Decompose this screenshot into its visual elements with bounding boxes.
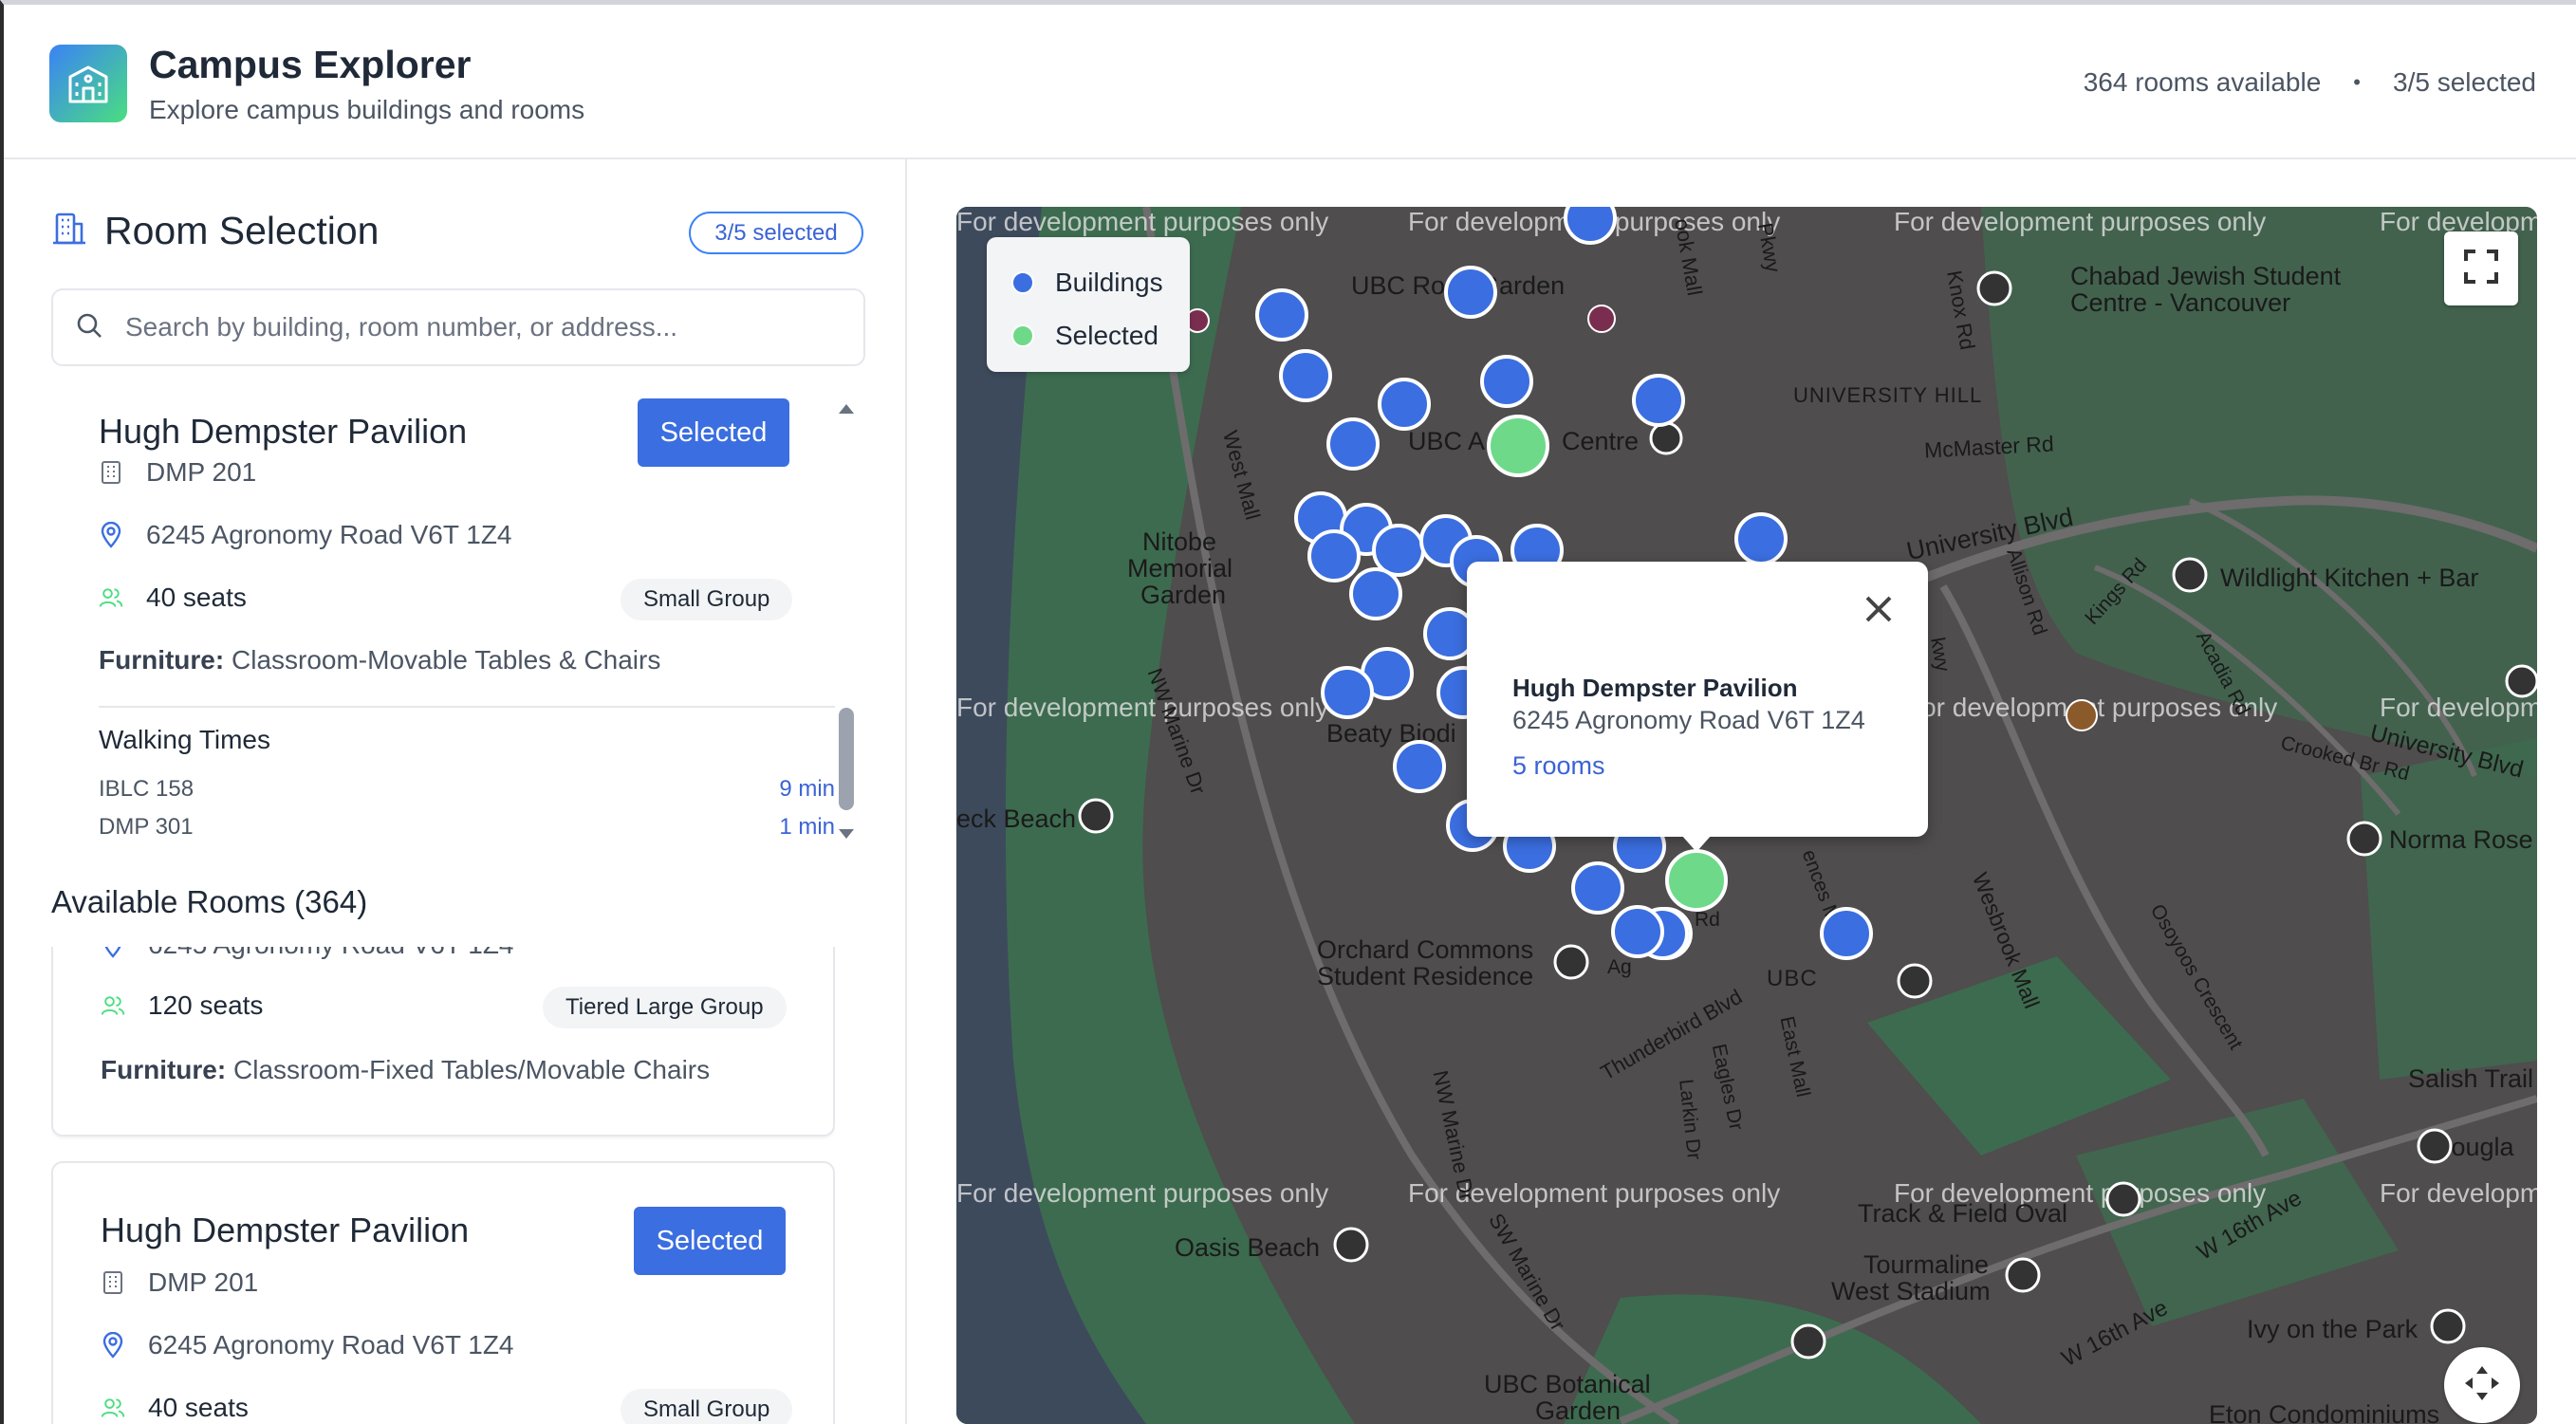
seat-count: 40 seats [148, 1393, 249, 1422]
selected-button[interactable]: Selected [634, 1207, 786, 1275]
separator: • [2353, 70, 2361, 94]
popup-title: Hugh Dempster Pavilion [1512, 674, 1798, 702]
location-pin-icon [101, 1332, 125, 1359]
legend-item-buildings: Buildings [1011, 268, 1163, 298]
address: 6245 Agronomy Road V6T 1Z4 [146, 520, 512, 549]
walking-room: IBLC 158 [99, 776, 195, 802]
selected-count: 3/5 selected [2393, 67, 2536, 97]
walking-time-row: DMP 301 1 min [99, 814, 835, 841]
room-number-row: DMP 201 [99, 457, 256, 488]
seats-row: 120 seats [101, 990, 263, 1021]
available-rooms-list[interactable]: 6245 Agronomy Road V6T 1Z4 120 seats Tie… [51, 947, 835, 1424]
search-box[interactable] [51, 288, 865, 366]
address-row: 6245 Agronomy Road V6T 1Z4 [101, 947, 514, 960]
campus-map[interactable]: For development purposes only For develo… [956, 207, 2537, 1424]
building-list-icon [51, 211, 87, 251]
address-row: 6245 Agronomy Road V6T 1Z4 [99, 520, 512, 550]
app-title: Campus Explorer [149, 43, 472, 86]
users-icon [99, 585, 123, 610]
seat-count: 40 seats [146, 583, 247, 612]
building-name: Hugh Dempster Pavilion [99, 412, 468, 451]
furniture-value: Classroom-Fixed Tables/Movable Chairs [233, 1055, 711, 1084]
popup-rooms-link[interactable]: 5 rooms [1512, 751, 1605, 781]
room-type-tag: Small Group [621, 579, 793, 620]
room-card[interactable]: Hugh Dempster Pavilion Selected DMP 201 … [51, 1161, 835, 1424]
seats-row: 40 seats [99, 583, 247, 613]
popup-tail [1681, 835, 1712, 852]
building-icon [49, 45, 127, 122]
rooms-available-count: 364 rooms available [2083, 67, 2322, 97]
selected-dot-icon [1011, 324, 1034, 347]
available-rooms-title: Available Rooms (364) [51, 884, 368, 919]
search-input[interactable] [125, 312, 846, 342]
fullscreen-icon [2462, 248, 2500, 290]
room-type-tag: Small Group [621, 1389, 793, 1424]
map-legend: Buildings Selected [987, 237, 1190, 372]
furniture-info: Furniture: Classroom-Movable Tables & Ch… [99, 645, 660, 675]
users-icon [101, 1396, 125, 1420]
close-icon[interactable] [1860, 590, 1898, 628]
header-stats: 364 rooms available • 3/5 selected [2084, 67, 2536, 98]
recenter-icon [2461, 1362, 2503, 1409]
seats-row: 40 seats [101, 1393, 249, 1423]
room-selection-header: Room Selection [51, 209, 379, 253]
address-row: 6245 Agronomy Road V6T 1Z4 [101, 1330, 514, 1360]
building-popup: Hugh Dempster Pavilion 6245 Agronomy Roa… [1467, 562, 1928, 837]
search-icon [76, 312, 102, 343]
room-selection-panel: Room Selection 3/5 selected Hugh Dempste… [4, 159, 907, 1424]
room-selection-title: Room Selection [104, 209, 380, 252]
fullscreen-button[interactable] [2444, 231, 2518, 305]
room-type-tag: Tiered Large Group [543, 987, 787, 1028]
walking-time: 9 min [779, 776, 835, 802]
legend-item-selected: Selected [1011, 321, 1158, 351]
legend-label: Selected [1055, 321, 1158, 350]
divider [99, 706, 835, 708]
app-header: Campus Explorer Explore campus buildings… [4, 5, 2576, 159]
walking-time: 1 min [779, 814, 835, 840]
selected-button[interactable]: Selected [638, 398, 789, 467]
room-number-row: DMP 201 [101, 1267, 258, 1298]
selection-badge: 3/5 selected [689, 212, 863, 254]
address: 6245 Agronomy Road V6T 1Z4 [148, 947, 514, 960]
recenter-button[interactable] [2444, 1347, 2520, 1423]
selected-room-card: Hugh Dempster Pavilion Selected DMP 201 … [51, 395, 835, 848]
building-dot-icon [1011, 271, 1034, 294]
app-subtitle: Explore campus buildings and rooms [149, 95, 585, 124]
scrollbar-thumb[interactable] [839, 708, 854, 810]
walking-times-title: Walking Times [99, 725, 271, 754]
users-icon [101, 993, 125, 1018]
drag-handle-icon[interactable]: ⋮⋮ [902, 1009, 905, 1042]
location-pin-icon [101, 947, 125, 958]
selected-rooms-list[interactable]: Hugh Dempster Pavilion Selected DMP 201 … [51, 395, 867, 848]
room-number: DMP 201 [146, 457, 257, 487]
building-name: Hugh Dempster Pavilion [101, 1211, 470, 1249]
seat-count: 120 seats [148, 990, 264, 1020]
furniture-info: Furniture: Classroom-Fixed Tables/Movabl… [101, 1055, 710, 1085]
furniture-label: Furniture: [101, 1055, 227, 1084]
location-pin-icon [99, 522, 123, 548]
walking-room: DMP 301 [99, 814, 194, 840]
scroll-down-arrow[interactable] [839, 829, 854, 839]
legend-label: Buildings [1055, 268, 1163, 297]
popup-address: 6245 Agronomy Road V6T 1Z4 [1512, 706, 1865, 734]
furniture-label: Furniture: [99, 645, 225, 675]
furniture-value: Classroom-Movable Tables & Chairs [232, 645, 661, 675]
building-icon [101, 1270, 125, 1295]
scroll-up-arrow[interactable] [839, 404, 854, 414]
room-card[interactable]: 6245 Agronomy Road V6T 1Z4 120 seats Tie… [51, 947, 835, 1137]
building-icon [99, 460, 123, 485]
walking-time-row: IBLC 158 9 min [99, 776, 835, 803]
address: 6245 Agronomy Road V6T 1Z4 [148, 1330, 514, 1359]
room-number: DMP 201 [148, 1267, 259, 1297]
